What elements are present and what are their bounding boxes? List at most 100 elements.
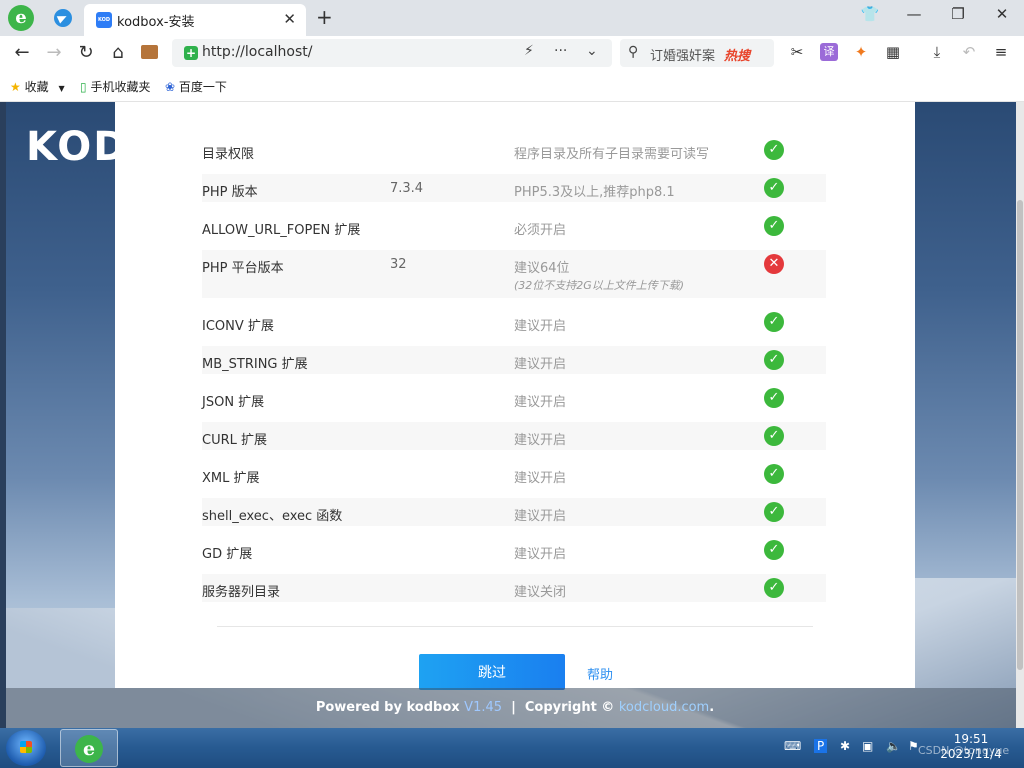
back-icon[interactable]: ←: [10, 41, 34, 65]
help-link[interactable]: 帮助: [587, 664, 613, 683]
taskbar-browser-button[interactable]: e: [60, 729, 118, 767]
search-icon: ⚲: [628, 44, 639, 60]
check-ok-icon: ✓: [764, 426, 784, 446]
check-ok-icon: ✓: [764, 178, 784, 198]
page-footer: Powered by kodbox V1.45 | Copyright © ko…: [6, 688, 1024, 728]
check-row: MB_STRING 扩展 建议开启 ✓: [202, 346, 826, 374]
scissors-icon[interactable]: ✂: [788, 43, 806, 61]
download-icon[interactable]: ⤓: [928, 43, 946, 61]
check-name: XML 扩展: [202, 471, 260, 486]
start-button[interactable]: [6, 730, 46, 766]
check-requirement: 建议64位: [514, 261, 570, 276]
check-name: MB_STRING 扩展: [202, 357, 308, 372]
check-name: CURL 扩展: [202, 433, 268, 448]
check-value: 32: [390, 257, 407, 272]
check-value: 7.3.4: [390, 181, 424, 196]
check-requirement: 建议开启: [514, 471, 567, 486]
copyright-text: Copyright ©: [524, 700, 615, 715]
powered-by-text: Powered by kodbox: [315, 700, 460, 715]
check-row: XML 扩展 建议开启 ✓: [202, 460, 826, 488]
browser-logo-icon[interactable]: e: [8, 5, 34, 31]
check-requirement: 必须开启: [514, 223, 567, 238]
check-requirement: 程序目录及所有子目录需要可读写: [514, 147, 710, 162]
lightning-icon[interactable]: ⚡: [524, 43, 534, 59]
shirt-skin-icon[interactable]: 👕: [858, 5, 882, 23]
bookmark-favorites[interactable]: ★ 收藏 ▼: [10, 78, 65, 95]
check-row: shell_exec、exec 函数 建议开启 ✓: [202, 498, 826, 526]
forward-icon[interactable]: →: [42, 41, 66, 65]
briefcase-icon[interactable]: [141, 45, 158, 59]
tab-title: kodbox-安装: [117, 15, 195, 30]
translate-icon[interactable]: 译: [820, 43, 838, 61]
kodbox-logo: KOD: [26, 124, 129, 170]
restore-icon[interactable]: ❐: [946, 5, 970, 23]
bluetooth-icon[interactable]: ✱: [840, 739, 850, 753]
bookmark-mobile[interactable]: ▯ 手机收藏夹: [80, 78, 150, 95]
ime-p-icon[interactable]: P: [814, 739, 828, 753]
version-text: V1.45: [464, 700, 503, 715]
check-ok-icon: ✓: [764, 312, 784, 332]
browser-toolbar: ← → ↻ ⌂ + http://localhost/ ⚡ ··· ⌄ ⚲ 订婚…: [0, 36, 1024, 70]
check-row: 服务器列目录 建议关闭 ✓: [202, 574, 826, 602]
more-dots-icon[interactable]: ···: [554, 43, 567, 59]
bookmark-baidu[interactable]: ❀ 百度一下: [165, 78, 227, 95]
check-note: (32位不支持2G以上文件上传下载): [514, 279, 685, 292]
chevron-down-icon[interactable]: ⌄: [586, 43, 598, 59]
check-name: JSON 扩展: [202, 395, 265, 410]
game-icon[interactable]: ✦: [852, 43, 870, 61]
search-bar[interactable]: ⚲ 订婚强奸案 热搜: [620, 39, 774, 67]
tab-kodbox[interactable]: KOD kodbox-安装 ✕: [84, 4, 306, 36]
undo-icon[interactable]: ↶: [960, 43, 978, 61]
check-name: PHP 平台版本: [202, 261, 284, 276]
minimize-icon[interactable]: —: [902, 5, 926, 23]
check-ok-icon: ✓: [764, 502, 784, 522]
caret-down-icon[interactable]: ▼: [58, 84, 64, 93]
secure-shield-icon: +: [184, 46, 198, 60]
check-requirement: 建议开启: [514, 433, 567, 448]
reload-icon[interactable]: ↻: [74, 41, 98, 65]
watermark-text: CSDN @tongyue: [918, 744, 1010, 757]
check-ok-icon: ✓: [764, 350, 784, 370]
check-row: PHP 平台版本 32 建议64位 (32位不支持2G以上文件上传下载) ✕: [202, 250, 826, 298]
star-icon: ★: [10, 80, 21, 94]
network-icon[interactable]: ▣: [862, 739, 873, 753]
tab-close-icon[interactable]: ✕: [283, 10, 296, 28]
windows-taskbar: e ⌨ P ✱ ▣ 🔈 ⚑ 19:51 2023/11/4 CSDN @tong…: [0, 728, 1024, 768]
close-window-icon[interactable]: ✕: [990, 5, 1014, 23]
check-row: CURL 扩展 建议开启 ✓: [202, 422, 826, 450]
address-bar[interactable]: + http://localhost/ ⚡ ··· ⌄: [172, 39, 612, 67]
menu-icon[interactable]: ≡: [992, 43, 1010, 61]
scrollbar-thumb[interactable]: [1017, 200, 1023, 670]
check-name: ICONV 扩展: [202, 319, 274, 334]
check-requirement: 建议开启: [514, 357, 567, 372]
check-requirement: 建议开启: [514, 547, 567, 562]
check-ok-icon: ✓: [764, 578, 784, 598]
home-icon[interactable]: ⌂: [106, 41, 130, 65]
phone-icon: ▯: [80, 80, 87, 94]
new-tab-icon[interactable]: +: [316, 5, 333, 29]
check-ok-icon: ✓: [764, 540, 784, 560]
check-name: ALLOW_URL_FOPEN 扩展: [202, 223, 361, 238]
divider: [217, 626, 813, 627]
check-name: GD 扩展: [202, 547, 253, 562]
apps-grid-icon[interactable]: ▦: [884, 43, 902, 61]
check-requirement: PHP5.3及以上,推荐php8.1: [514, 185, 675, 200]
url-text[interactable]: http://localhost/: [202, 44, 312, 60]
check-requirement: 建议开启: [514, 319, 567, 334]
check-ok-icon: ✓: [764, 216, 784, 236]
check-fail-icon: ✕: [764, 254, 784, 274]
kodbox-favicon-icon: KOD: [96, 12, 112, 28]
keyboard-icon[interactable]: ⌨: [784, 739, 801, 753]
check-ok-icon: ✓: [764, 464, 784, 484]
hot-search-badge[interactable]: 热搜: [724, 45, 750, 64]
telegram-icon[interactable]: [54, 9, 72, 27]
kodcloud-link[interactable]: kodcloud.com: [619, 700, 709, 715]
volume-icon[interactable]: 🔈: [886, 739, 901, 753]
skip-button[interactable]: 跳过: [419, 654, 565, 690]
check-requirement: 建议关闭: [514, 585, 567, 600]
check-requirement: 建议开启: [514, 509, 567, 524]
check-row: JSON 扩展 建议开启 ✓: [202, 384, 826, 412]
check-requirement: 建议开启: [514, 395, 567, 410]
search-hint[interactable]: 订婚强奸案: [650, 45, 718, 64]
install-page: KOD 目录权限 程序目录及所有子目录需要可读写 ✓ PHP 版本 7.3.4 PHP5.…: [6, 102, 1024, 728]
